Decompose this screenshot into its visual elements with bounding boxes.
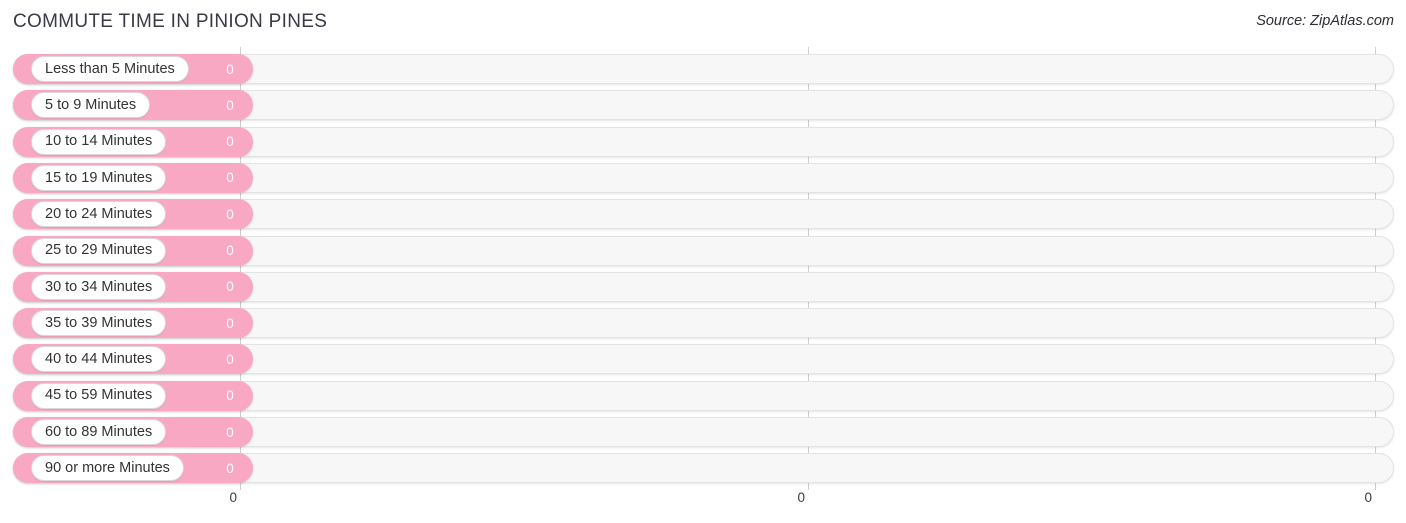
bar-category-label: Less than 5 Minutes <box>45 60 175 77</box>
bar-category-label: 60 to 89 Minutes <box>45 423 153 440</box>
bar-label-pill: Less than 5 Minutes <box>31 56 189 82</box>
bar-label-pill: 25 to 29 Minutes <box>31 237 167 264</box>
bar-row[interactable]: 90 or more Minutes 0 <box>13 453 1394 484</box>
bar-category-label: 40 to 44 Minutes <box>45 351 153 368</box>
bar-category-label: 10 to 14 Minutes <box>45 133 153 150</box>
bar-label-pill: 15 to 19 Minutes <box>31 164 167 191</box>
bar-value-label: 0 <box>226 243 234 258</box>
bar-category-label: 5 to 9 Minutes <box>45 97 137 114</box>
bar-row[interactable]: 5 to 9 Minutes 0 <box>13 90 1394 121</box>
bar-value-label: 0 <box>226 134 234 150</box>
bar-row[interactable]: 30 to 34 Minutes 0 <box>13 271 1394 302</box>
bar-label-pill: 60 to 89 Minutes <box>31 419 167 445</box>
bar-row[interactable]: 25 to 29 Minutes 0 <box>13 235 1394 266</box>
bar-row[interactable]: 45 to 59 Minutes 0 <box>13 380 1394 411</box>
bar-label-pill: 30 to 34 Minutes <box>31 273 167 300</box>
bar-row[interactable]: 60 to 89 Minutes 0 <box>13 417 1394 447</box>
axis-tick-label: 0 <box>229 490 237 505</box>
plot-area: Less than 5 Minutes 0 5 to 9 Minutes 0 10 to… <box>0 47 1406 490</box>
bar-label-pill: 10 to 14 Minutes <box>31 128 167 155</box>
bar-label-pill: 40 to 44 Minutes <box>31 346 167 373</box>
bar-value-label: 0 <box>226 460 234 476</box>
bar-value-label: 0 <box>226 170 234 186</box>
bar-category-label: 20 to 24 Minutes <box>45 205 153 222</box>
bar-category-label: 25 to 29 Minutes <box>45 242 153 259</box>
bar-label-pill: 45 to 59 Minutes <box>31 382 167 409</box>
bar-value-label: 0 <box>226 279 234 295</box>
bar-value-label: 0 <box>226 206 234 222</box>
bar-value-label: 0 <box>226 388 234 404</box>
bar-category-label: 30 to 34 Minutes <box>45 278 153 295</box>
bar-label-pill: 20 to 24 Minutes <box>31 201 167 228</box>
axis-tick-label: 0 <box>1364 490 1372 505</box>
bar-row[interactable]: 15 to 19 Minutes 0 <box>13 162 1394 193</box>
axis-tick-label: 0 <box>797 490 805 505</box>
bar-row[interactable]: Less than 5 Minutes 0 <box>13 54 1394 84</box>
bar-category-label: 45 to 59 Minutes <box>45 387 153 404</box>
bar-row[interactable]: 10 to 14 Minutes 0 <box>13 126 1394 157</box>
bar-row[interactable]: 40 to 44 Minutes 0 <box>13 344 1394 375</box>
bar-category-label: 15 to 19 Minutes <box>45 169 153 186</box>
bar-label-pill: 90 or more Minutes <box>31 455 184 482</box>
chart-title: COMMUTE TIME IN PINION PINES <box>13 11 328 32</box>
source-attribution: Source: ZipAtlas.com <box>1256 13 1394 29</box>
bar-category-label: 35 to 39 Minutes <box>45 314 153 331</box>
bar-category-label: 90 or more Minutes <box>45 460 170 477</box>
bar-label-pill: 5 to 9 Minutes <box>31 92 151 119</box>
bar-label-pill: 35 to 39 Minutes <box>31 310 167 337</box>
bar-row[interactable]: 35 to 39 Minutes 0 <box>13 308 1394 339</box>
bar-value-label: 0 <box>226 61 234 77</box>
x-axis-labels: 0 0 0 <box>0 490 1406 510</box>
bar-value-label: 0 <box>226 97 234 113</box>
bar-value-label: 0 <box>226 351 234 367</box>
bar-value-label: 0 <box>226 315 234 331</box>
bar-value-label: 0 <box>226 424 234 440</box>
bar-row[interactable]: 20 to 24 Minutes 0 <box>13 199 1394 230</box>
